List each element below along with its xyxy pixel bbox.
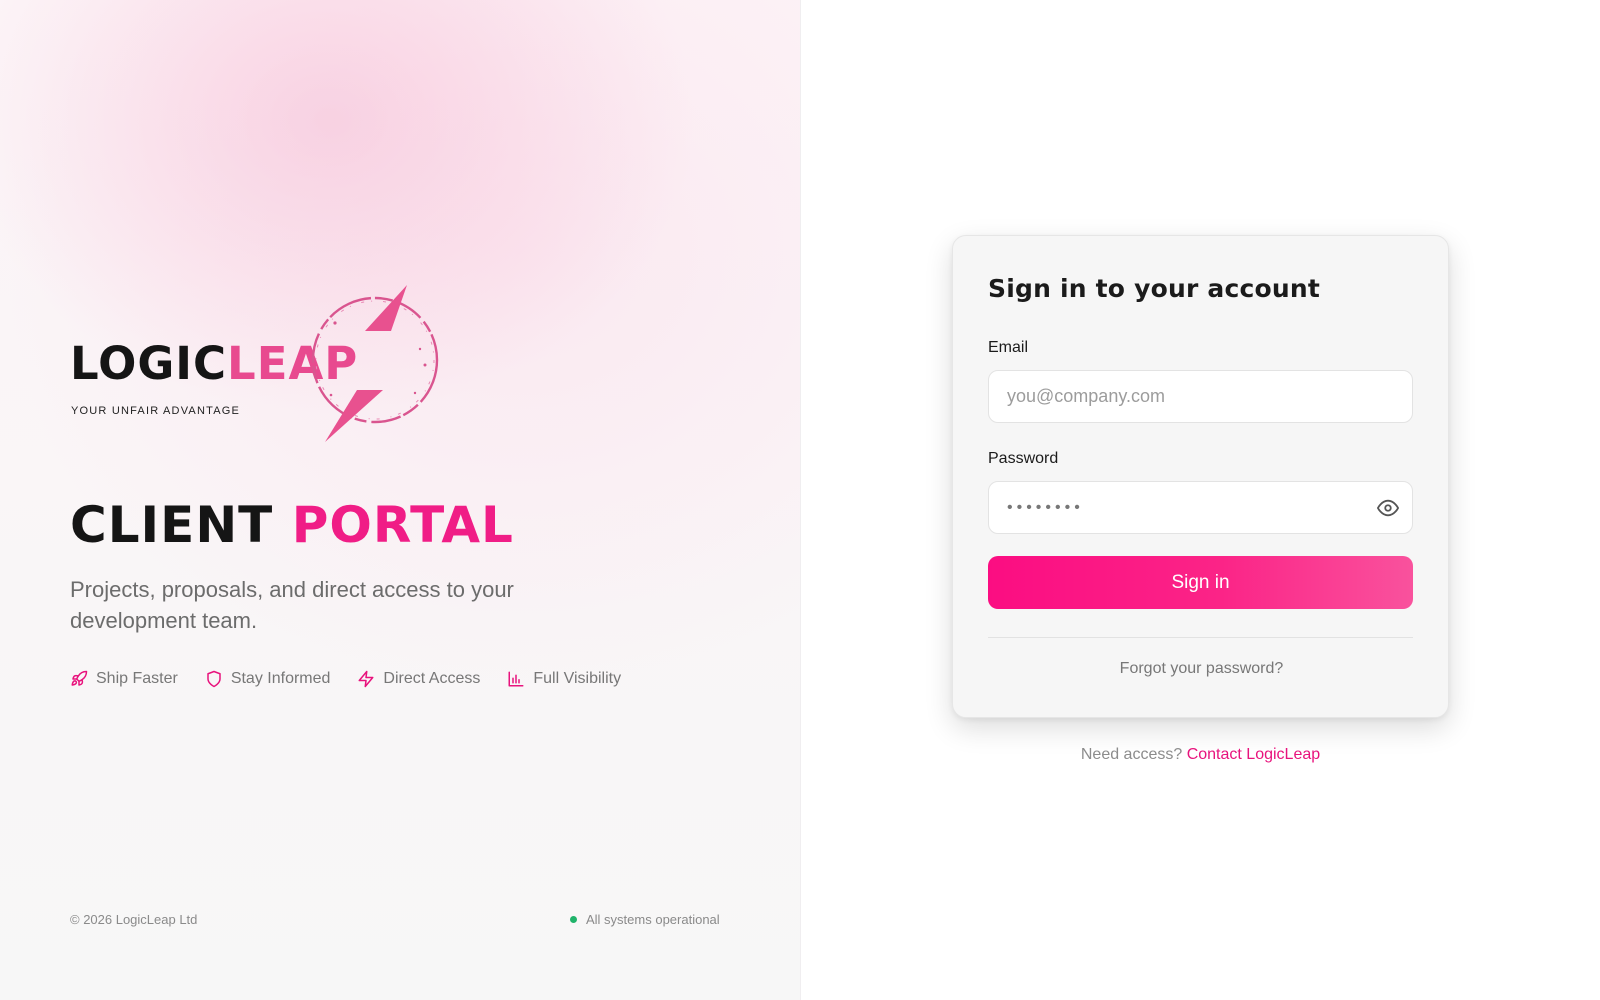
feature-direct-access: Direct Access: [357, 670, 480, 688]
hero-subtitle: Projects, proposals, and direct access t…: [70, 577, 514, 633]
show-password-button[interactable]: [1376, 496, 1400, 520]
page-title: CLIENT PORTAL: [70, 500, 514, 550]
email-label: Email: [988, 339, 1029, 356]
need-access-row: Need access? Contact LogicLeap: [952, 746, 1449, 764]
feature-full-visibility: Full Visibility: [507, 670, 621, 688]
logo-text-logic: LOGIC: [70, 337, 228, 390]
feature-ship-faster: Ship Faster: [70, 670, 178, 688]
title-portal: PORTAL: [291, 496, 514, 554]
sign-in-button[interactable]: Sign in: [988, 556, 1413, 609]
status-dot: [570, 916, 577, 923]
contact-logicleap-link[interactable]: Contact LogicLeap: [1187, 746, 1320, 763]
title-client: CLIENT: [70, 496, 274, 554]
email-field[interactable]: [988, 370, 1413, 423]
lightning-icon: [358, 670, 374, 688]
bar-chart-icon: [508, 671, 524, 687]
feature-label: Direct Access: [383, 670, 481, 687]
password-field[interactable]: [988, 481, 1413, 534]
status-text: All systems operational: [586, 912, 720, 927]
feature-label: Stay Informed: [230, 670, 331, 687]
logicleap-logo: LOGICLEAP YOUR UNFAIR ADVANTAGE: [70, 285, 440, 455]
login-card: Sign in to your account Email Password S…: [952, 235, 1449, 718]
logo-tagline: YOUR UNFAIR ADVANTAGE: [71, 405, 241, 417]
copyright-text: © 2026 LogicLeap Ltd: [70, 912, 198, 927]
need-access-text: Need access?: [1080, 746, 1183, 763]
divider: [988, 637, 1413, 638]
eye-icon: [1377, 499, 1399, 517]
password-label: Password: [988, 450, 1059, 467]
forgot-password-link[interactable]: Forgot your password?: [953, 660, 1450, 678]
hero-panel: LOGICLEAP YOUR UNFAIR ADVANTAGE CLIENT P…: [0, 0, 800, 1000]
shield-icon: [207, 670, 221, 688]
feature-list: Ship Faster Stay Informed Direct Access …: [70, 670, 621, 688]
system-status: All systems operational: [570, 912, 720, 927]
rocket-icon: [71, 670, 88, 686]
lightning-ring-icon: [311, 285, 439, 442]
login-title: Sign in to your account: [988, 274, 1321, 303]
feature-label: Ship Faster: [96, 670, 178, 687]
feature-label: Full Visibility: [533, 670, 622, 687]
panel-divider: [800, 0, 801, 1000]
feature-stay-informed: Stay Informed: [205, 670, 331, 688]
